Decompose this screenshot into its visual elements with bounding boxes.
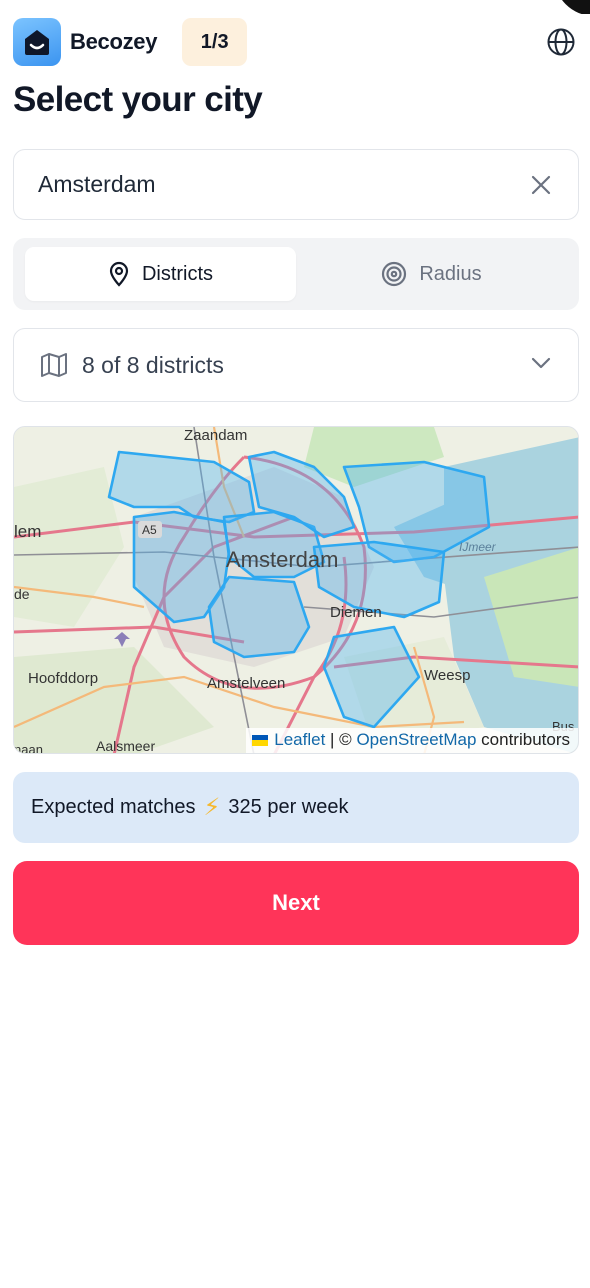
osm-link[interactable]: OpenStreetMap [356,730,476,750]
map-pin-icon [109,261,129,287]
matches-value: 325 per week [228,796,349,818]
tab-districts[interactable]: Districts [25,247,296,301]
smile-house-icon [13,18,61,66]
map-icon [41,353,67,377]
tab-districts-label: Districts [141,262,214,285]
attribution-separator: | © [325,730,357,749]
map-label-diemen: Diemen [330,604,382,621]
close-icon[interactable] [528,172,554,198]
district-count: 8 of 8 districts [82,351,224,378]
globe-icon[interactable] [545,26,577,58]
map-label-lem: lem [14,522,41,541]
map-label-naan: naan [14,742,43,754]
map-label-aalsmeer: Aalsmeer [96,738,155,754]
chevron-down-icon [530,356,552,375]
expected-matches-banner: Expected matches ⚡ 325 per week [13,772,579,843]
tab-radius[interactable]: Radius [296,247,567,301]
ukraine-flag-icon [252,734,269,746]
map-label-hoofddorp: Hoofddorp [28,670,98,687]
map-label-zaandam: Zaandam [184,427,247,444]
city-search-field[interactable] [13,149,579,220]
leaflet-link[interactable]: Leaflet [274,730,325,750]
map-attribution: Leaflet | © OpenStreetMap contributors [246,728,578,753]
brand-name: Becozey [70,29,158,54]
map-label-amstelveen: Amstelveen [207,675,285,692]
lightning-icon: ⚡ [203,794,221,821]
next-button[interactable]: Next [13,861,579,945]
window-corner [0,0,590,14]
map-label-de: de [14,586,30,602]
tab-radius-label: Radius [419,262,482,285]
map-label-ijmeer: IJmeer [459,540,497,554]
mode-toggle: Districts Radius [13,238,579,310]
page-title: Select your city [13,80,263,119]
district-map[interactable]: Zaandam Amsterdam Diemen Hoofddorp Amste… [13,426,579,754]
target-icon [382,261,407,287]
matches-prefix: Expected matches [31,796,196,818]
district-dropdown[interactable]: 8 of 8 districts [13,328,579,402]
attribution-suffix: contributors [476,730,570,749]
app-header: Becozey 1/3 [13,18,577,66]
city-input[interactable] [38,171,528,198]
map-label-weesp: Weesp [424,667,470,684]
map-tiles: Zaandam Amsterdam Diemen Hoofddorp Amste… [14,427,578,754]
step-badge: 1/3 [182,18,248,66]
map-label-a5: A5 [142,523,157,537]
map-label-amsterdam: Amsterdam [226,547,338,572]
